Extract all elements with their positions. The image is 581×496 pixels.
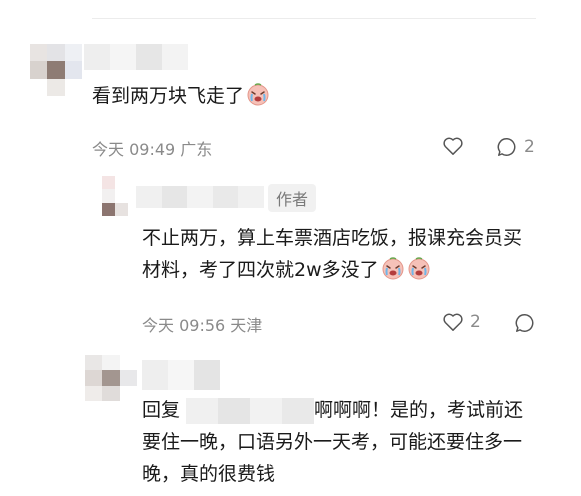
- speech-bubble-icon: [515, 314, 534, 332]
- comment-time: 今天 09:56: [142, 316, 226, 335]
- avatar[interactable]: [85, 355, 137, 401]
- like-count: 2: [470, 312, 481, 332]
- comment-text: 回复 啊啊啊！是的，考试前还要住一晚，口语另外一天考，可能还要住多一晚，真的很费钱: [142, 394, 542, 490]
- comment-body: 看到两万块飞走了: [92, 85, 245, 107]
- avatar[interactable]: [30, 44, 82, 96]
- avatar[interactable]: [102, 176, 128, 216]
- comment-text: 看到两万块飞走了: [92, 80, 270, 112]
- crying-face-emoji: [382, 257, 404, 280]
- author-badge: 作者: [268, 184, 317, 212]
- comment-meta: 今天 09:56 天津: [142, 312, 262, 336]
- username-redacted[interactable]: [136, 186, 264, 208]
- crying-face-emoji: [408, 257, 430, 280]
- comment-body: 不止两万，算上车票酒店吃饭，报课充会员买材料，考了四次就2w多没了: [142, 227, 523, 281]
- top-divider: [92, 18, 536, 19]
- like-button[interactable]: [442, 136, 464, 156]
- reply-prefix: 回复: [142, 399, 181, 421]
- comment-meta: 今天 09:49 广东: [92, 136, 212, 160]
- comment-location: 天津: [230, 316, 263, 335]
- comment-location: 广东: [180, 140, 213, 159]
- comment-text: 不止两万，算上车票酒店吃饭，报课充会员买材料，考了四次就2w多没了: [142, 222, 532, 286]
- crying-face-emoji: [247, 83, 269, 106]
- reply-count: 2: [524, 137, 535, 157]
- speech-bubble-icon: [497, 138, 516, 156]
- comment-body: 啊啊啊！是的，考试前还要住一晚，口语另外一天考，可能还要住多一晚，真的很费钱: [142, 399, 524, 485]
- reply-button[interactable]: 2: [496, 136, 535, 158]
- heart-outline-icon: [443, 137, 463, 155]
- reply-button[interactable]: [514, 312, 536, 334]
- username-redacted[interactable]: [84, 44, 188, 70]
- username-redacted[interactable]: [142, 360, 220, 390]
- heart-outline-icon: [443, 313, 463, 331]
- like-button[interactable]: 2: [442, 312, 481, 332]
- comment-time: 今天 09:49: [92, 140, 176, 159]
